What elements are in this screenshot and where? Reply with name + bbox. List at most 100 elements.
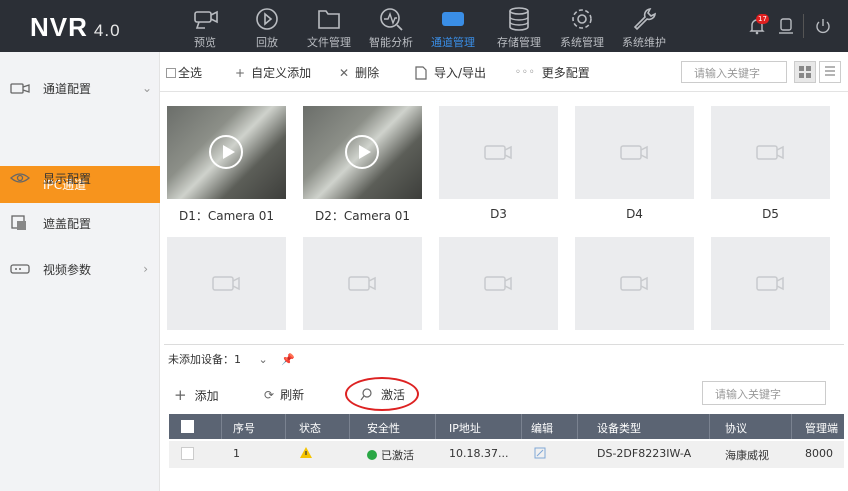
add-device-button[interactable]: + 添加 [174,386,219,404]
ip-address: 10.18.37... [449,447,509,460]
power-button[interactable] [814,17,832,35]
channel-thumbnail [167,237,286,330]
camera-placeholder-icon [756,276,784,291]
unadded-header: 未添加设备：1 ⌄ 📌 [168,351,295,367]
select-all-devices-checkbox[interactable] [181,420,194,433]
folder-icon [318,10,340,29]
column-header: 编辑 [531,422,553,435]
device-table-header: 序号 状态 安全性 IP地址 编辑 设备类型 协议 管理端 [169,414,844,439]
channel-search-input[interactable]: 请输入关键字 [681,61,787,83]
channel-thumbnail [711,106,830,199]
column-divider [435,414,436,439]
channel-tile[interactable] [439,237,558,330]
select-all-label: 全选 [178,66,203,80]
device-search-input[interactable]: 请输入关键字 [702,381,826,405]
nav-system-management[interactable]: 系统管理 [551,0,613,52]
more-config-button[interactable]: ◦◦◦ 更多配置 [515,64,590,81]
nav-channel-management[interactable]: 通道管理 [422,0,484,52]
channel-label: D2：Camera 01 [314,209,411,223]
channel-tile[interactable] [167,237,286,330]
channel-tile[interactable] [711,237,830,330]
sidebar-item-mask-config[interactable]: 遮盖配置 [0,203,160,243]
nav-file-management[interactable]: 文件管理 [298,0,360,52]
warning-icon [300,447,312,458]
nav-playback[interactable]: 回放 [236,0,298,52]
channel-thumbnail [303,237,422,330]
nav-label: 预览 [194,36,216,49]
column-divider [521,414,522,439]
nav-storage-management[interactable]: 存储管理 [488,0,550,52]
nav-system-maintenance[interactable]: 系统维护 [613,0,675,52]
app-version: 4.0 [93,21,121,40]
channel-tile[interactable]: D5 [711,106,830,221]
camera-placeholder-icon [620,145,648,160]
column-header: 安全性 [367,422,400,435]
nav-smart-analysis[interactable]: 智能分析 [360,0,422,52]
channel-toolbar: 全选 + 自定义添加 ✕ 删除 导入/导出 ◦◦◦ 更多配置 请输入关键字 [160,52,848,92]
delete-button[interactable]: ✕ 删除 [339,64,379,81]
user-button[interactable] [777,17,795,35]
play-icon[interactable] [345,135,379,169]
channel-thumbnail [575,237,694,330]
video-param-icon [10,264,30,274]
camera-placeholder-icon [212,276,240,291]
channel-thumbnail [439,106,558,199]
nav-label: 存储管理 [497,36,541,49]
sidebar-item-label: 视频参数 [43,262,92,277]
channel-thumbnail [439,237,558,330]
plus-icon: + [235,65,246,80]
camera-icon [194,10,218,29]
channel-label: D1：Camera 01 [178,209,275,223]
list-view-button[interactable] [819,61,841,83]
sidebar-item-label: 通道配置 [43,81,92,96]
channel-tile[interactable]: D4 [575,106,694,221]
column-header: 管理端 [805,422,838,435]
row-checkbox[interactable] [181,447,194,460]
edit-icon[interactable] [534,447,546,459]
more-config-label: 更多配置 [541,66,590,80]
channel-label: D4 [626,207,643,221]
nav-label: 智能分析 [369,36,413,49]
column-divider [349,414,350,439]
sidebar-item-video-params[interactable]: 视频参数 › [0,249,160,289]
column-divider [285,414,286,439]
table-row[interactable]: 1 已激活 10.18.37... DS-2DF8223IW-A 海康威视 80… [169,441,844,468]
app-name: NVR [30,12,88,42]
sidebar-item-display-config[interactable]: 显示配置 [0,158,160,198]
device-type: DS-2DF8223IW-A [597,447,692,460]
nav-preview[interactable]: 预览 [174,0,236,52]
custom-add-button[interactable]: + 自定义添加 [235,64,311,81]
nav-label: 文件管理 [307,36,351,49]
eye-icon [10,173,30,183]
select-all-checkbox[interactable]: 全选 [166,64,202,81]
play-icon[interactable] [209,135,243,169]
column-divider [221,414,222,439]
delete-label: 删除 [355,66,380,80]
refresh-icon: ⟳ [264,387,275,402]
grid-view-button[interactable] [794,61,816,83]
channel-config-icon [10,83,30,94]
pin-icon[interactable]: 📌 [281,353,295,366]
mask-icon [11,215,26,230]
unadded-title: 未添加设备： [168,353,234,366]
column-header: 协议 [725,422,747,435]
plus-icon: + [174,386,187,404]
camera-placeholder-icon [756,145,784,160]
sidebar-item-channel-config[interactable]: 通道配置 ⌄ [0,68,160,108]
nav-label: 系统管理 [560,36,604,49]
collapse-chevron-icon[interactable]: ⌄ [259,353,268,366]
channel-tile[interactable]: D1：Camera 01 [167,106,286,224]
list-icon [825,66,835,76]
refresh-label: 刷新 [280,388,305,402]
protocol: 海康威视 [725,449,769,462]
channel-tile[interactable]: D2：Camera 01 [303,106,422,224]
channel-tile[interactable]: D3 [439,106,558,221]
refresh-button[interactable]: ⟳ 刷新 [264,386,304,403]
channel-label: D5 [762,207,779,221]
alarm-bell-button[interactable]: 17 [748,14,769,35]
channel-tile[interactable] [575,237,694,330]
analysis-icon [380,8,403,31]
channel-tile[interactable] [303,237,422,330]
top-bar: NVR 4.0 预览 回放 文件管理 智能分析 通道管理 存储管理 系统管理 系统… [0,0,848,52]
import-export-button[interactable]: 导入/导出 [414,64,486,81]
